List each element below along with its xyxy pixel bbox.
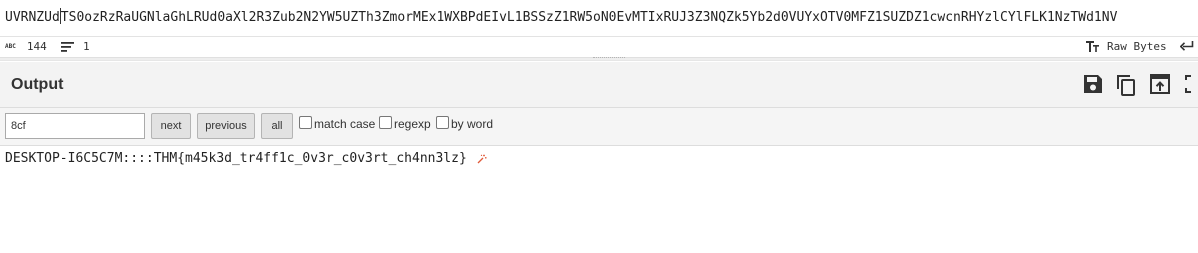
input-text-start: UVRNZUd [5, 10, 60, 25]
encoding-selector[interactable]: Raw Bytes [1086, 40, 1167, 53]
previous-button[interactable]: previous [197, 113, 255, 139]
save-icon[interactable] [1082, 73, 1106, 97]
copy-icon[interactable] [1115, 73, 1139, 97]
match-case-label: match case [314, 117, 376, 131]
regexp-label: regexp [394, 117, 431, 131]
maximise-icon[interactable] [1185, 73, 1198, 97]
output-search-bar: next previous all match case regexp by w… [0, 108, 1198, 146]
resize-grip[interactable] [593, 57, 625, 59]
pane-resizer[interactable] [0, 57, 1198, 61]
match-case-option[interactable]: match case [299, 116, 376, 131]
char-count-stat: ABC 144 [5, 40, 47, 53]
line-count: 1 [83, 40, 90, 53]
by-word-option[interactable]: by word [436, 116, 494, 131]
regexp-checkbox[interactable] [379, 116, 392, 129]
word-wrap-toggle[interactable] [1180, 41, 1194, 52]
line-count-stat: 1 [61, 40, 90, 53]
output-text: DESKTOP-I6C5C7M::::THM{m45k3d_tr4ff1c_0v… [5, 151, 467, 166]
match-case-checkbox[interactable] [299, 116, 312, 129]
input-text-rest: TS0ozRzRaUGNlaGhLRUd0aXl2R3Zub2N2YW5UZTh… [60, 10, 1118, 25]
text-encoding-icon [1086, 41, 1107, 52]
open-in-input-icon[interactable] [1149, 73, 1173, 97]
output-text-area[interactable]: DESKTOP-I6C5C7M::::THM{m45k3d_tr4ff1c_0v… [5, 151, 487, 166]
by-word-label: by word [451, 117, 494, 131]
regexp-option[interactable]: regexp [379, 116, 431, 131]
input-text-area[interactable]: UVRNZUdTS0ozRzRaUGNlaGhLRUd0aXl2R3Zub2N2… [0, 0, 1198, 36]
by-word-checkbox[interactable] [436, 116, 449, 129]
all-button[interactable]: all [261, 113, 293, 139]
input-status-bar: ABC 144 1 Raw Bytes [0, 36, 1198, 57]
magic-wand-icon[interactable] [477, 154, 487, 164]
encoding-label: Raw Bytes [1107, 40, 1167, 53]
search-input[interactable] [5, 113, 145, 139]
abc-icon: ABC [5, 42, 16, 50]
return-arrow-icon [1180, 41, 1194, 52]
next-button[interactable]: next [151, 113, 191, 139]
lines-icon [61, 41, 83, 52]
output-header: Output [0, 62, 1198, 108]
char-count: 144 [26, 40, 47, 53]
output-title: Output [11, 76, 64, 93]
